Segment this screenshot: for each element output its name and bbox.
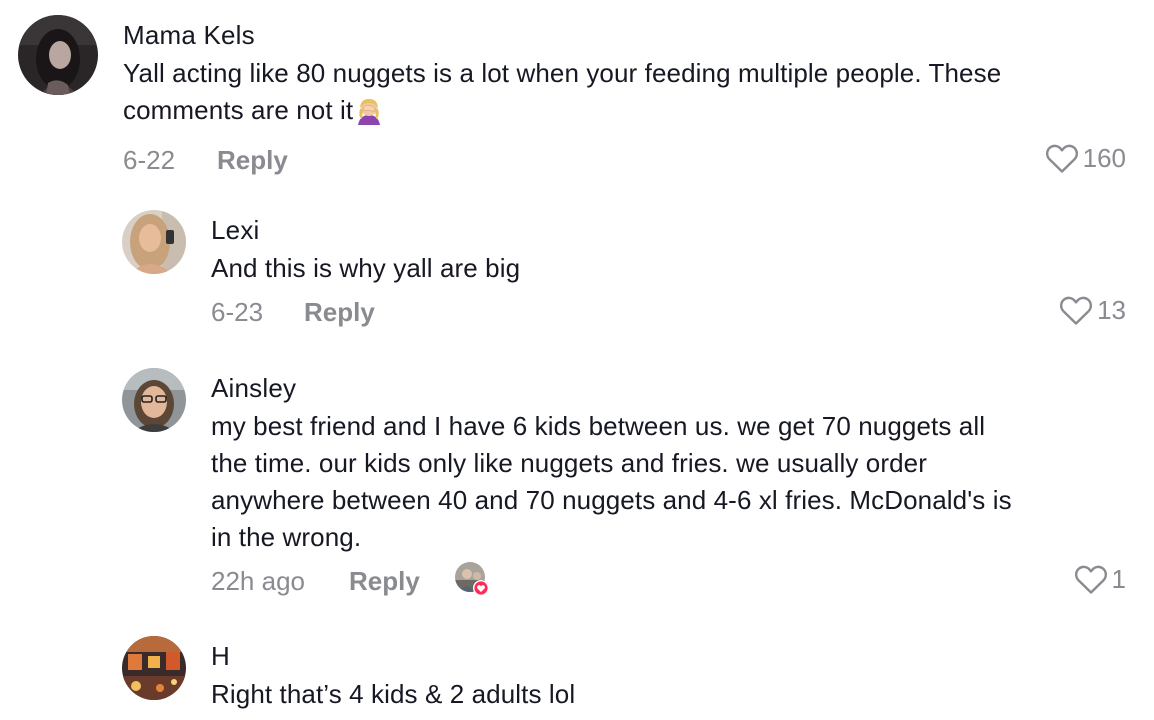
comment-meta: 22h ago Reply 1	[211, 562, 1126, 602]
comment-text: Yall acting like 80 nuggets is a lot whe…	[123, 55, 1126, 135]
reply-button[interactable]: Reply	[304, 297, 375, 328]
username[interactable]: Mama Kels	[123, 20, 1126, 50]
comment-text: my best friend and I have 6 kids between…	[211, 408, 1126, 556]
comment-text-line: in the wrong.	[211, 522, 362, 552]
username[interactable]: Lexi	[211, 215, 1126, 245]
comment-meta: 6-22 Reply 160	[123, 141, 1126, 181]
comment-text-line: anywhere between 40 and 70 nuggets and 4…	[211, 485, 1012, 515]
like-button[interactable]: 160	[1045, 143, 1126, 174]
comment-date: 6-23	[211, 297, 264, 327]
avatar-ainsley[interactable]	[122, 368, 186, 432]
like-count: 1	[1111, 564, 1126, 594]
heart-outline-icon	[1060, 296, 1093, 325]
avatar-mama-kels[interactable]	[18, 15, 98, 95]
like-count: 13	[1097, 295, 1126, 325]
like-count: 160	[1082, 143, 1126, 173]
heart-outline-icon	[1045, 144, 1078, 173]
avatar-lexi[interactable]	[122, 210, 186, 274]
comment-date: 6-22	[123, 145, 176, 175]
woman-facepalming-emoji-icon	[354, 97, 384, 135]
comment-date: 22h ago	[211, 566, 305, 596]
comment-text: And this is why yall are big	[211, 253, 521, 283]
like-button[interactable]: 1	[1074, 564, 1126, 595]
username[interactable]: H	[211, 641, 1126, 671]
like-button[interactable]: 13	[1059, 295, 1126, 326]
reply-button[interactable]: Reply	[217, 145, 288, 176]
liked-by-creator-badge	[455, 562, 491, 598]
comment-meta: 6-23 Reply 13	[211, 293, 1126, 333]
username[interactable]: Ainsley	[211, 373, 1126, 403]
heart-outline-icon	[1074, 565, 1107, 594]
comment-text-line: the time. our kids only like nuggets and…	[211, 448, 927, 478]
comment-text-body: Yall acting like 80 nuggets is a lot whe…	[123, 58, 1002, 125]
avatar-h[interactable]	[122, 636, 186, 700]
comment-text-line: my best friend and I have 6 kids between…	[211, 411, 986, 441]
comment-text: Right that’s 4 kids & 2 adults lol	[211, 679, 576, 709]
reply-button[interactable]: Reply	[349, 566, 420, 597]
